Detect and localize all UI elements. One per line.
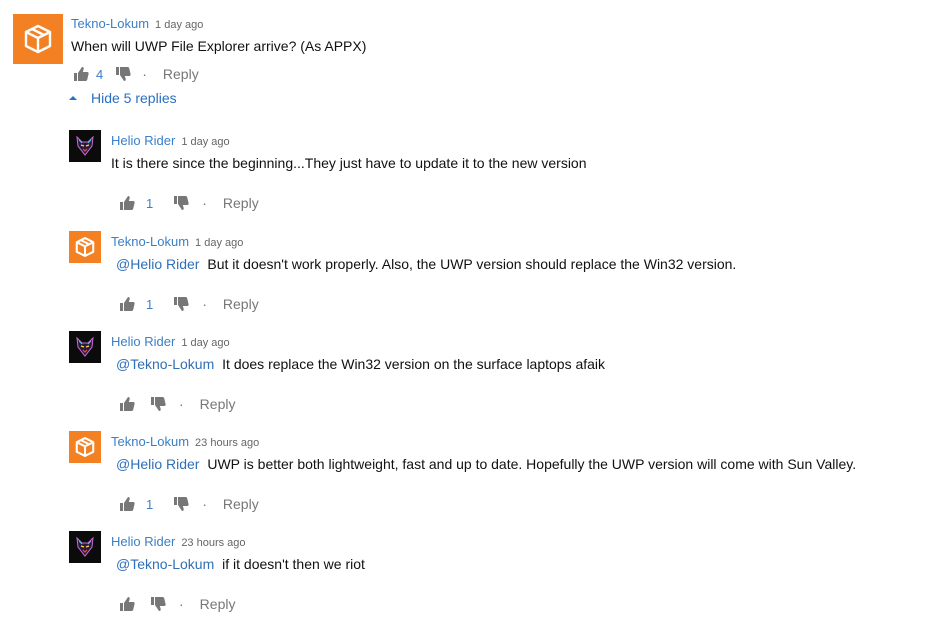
reply-button[interactable]: Reply — [223, 195, 259, 211]
reply-time[interactable]: 1 day ago — [181, 136, 229, 148]
like-count: 1 — [146, 195, 154, 211]
thumbs-up-icon[interactable] — [73, 66, 90, 82]
reply-header: Tekno-Lokum 1 day ago — [111, 233, 243, 251]
wolf-icon — [76, 336, 94, 357]
like-count: 1 — [146, 296, 154, 312]
wolf-icon — [76, 135, 94, 156]
mention-link[interactable]: @Helio Rider — [116, 456, 199, 472]
reply-author[interactable]: Helio Rider — [111, 534, 175, 549]
thumbs-up-icon[interactable] — [119, 596, 136, 612]
reply-time[interactable]: 23 hours ago — [195, 437, 259, 449]
reply-actions: · Reply — [119, 596, 235, 612]
reply-actions: 1 · Reply — [119, 496, 259, 512]
reply-text: if it doesn't then we riot — [222, 556, 365, 572]
comment-header: Tekno-Lokum 1 day ago — [71, 15, 203, 33]
mention-link[interactable]: @Tekno-Lokum — [116, 556, 214, 572]
wolf-icon — [76, 536, 94, 557]
reply-actions: · Reply — [119, 396, 235, 412]
reply-author[interactable]: Helio Rider — [111, 133, 175, 148]
thumbs-up-icon[interactable] — [119, 195, 136, 211]
reply-author[interactable]: Tekno-Lokum — [111, 434, 189, 449]
thumbs-down-icon[interactable] — [150, 596, 167, 612]
reply-actions: 1 · Reply — [119, 296, 259, 312]
avatar[interactable] — [69, 231, 101, 263]
reply-author[interactable]: Helio Rider — [111, 334, 175, 349]
reply-text-row: @Tekno-Lokum It does replace the Win32 v… — [112, 356, 605, 372]
reply-time[interactable]: 1 day ago — [181, 337, 229, 349]
reply-button[interactable]: Reply — [223, 496, 259, 512]
reply-text-row: @Helio Rider UWP is better both lightwei… — [112, 456, 856, 472]
mention-link[interactable]: @Helio Rider — [116, 256, 199, 272]
hide-replies-label: Hide 5 replies — [91, 90, 177, 106]
reply-text: It does replace the Win32 version on the… — [222, 356, 606, 372]
thumbs-up-icon[interactable] — [119, 396, 136, 412]
caret-up-icon — [69, 96, 77, 100]
separator-dot: · — [179, 596, 184, 612]
comment-author[interactable]: Tekno-Lokum — [71, 16, 149, 31]
thumbs-down-icon[interactable] — [173, 195, 190, 211]
reply-time[interactable]: 23 hours ago — [181, 537, 245, 549]
reply-button[interactable]: Reply — [200, 596, 236, 612]
reply-author[interactable]: Tekno-Lokum — [111, 234, 189, 249]
reply-button[interactable]: Reply — [200, 396, 236, 412]
like-count: 1 — [146, 496, 154, 512]
separator-dot: · — [202, 296, 207, 312]
reply-header: Tekno-Lokum 23 hours ago — [111, 433, 259, 451]
reply-header: Helio Rider 1 day ago — [111, 333, 230, 351]
reply-button[interactable]: Reply — [163, 66, 199, 82]
reply-text: It is there since the beginning...They j… — [111, 155, 587, 171]
separator-dot: · — [142, 66, 147, 82]
reply-header: Helio Rider 23 hours ago — [111, 533, 246, 551]
avatar[interactable] — [69, 531, 101, 563]
reply-header: Helio Rider 1 day ago — [111, 132, 230, 150]
comment-text: When will UWP File Explorer arrive? (As … — [71, 38, 367, 54]
hide-replies-button[interactable]: Hide 5 replies — [68, 90, 177, 106]
comment-time[interactable]: 1 day ago — [155, 19, 203, 31]
separator-dot: · — [202, 496, 207, 512]
reply-text: UWP is better both lightweight, fast and… — [207, 456, 857, 472]
reply-actions: 1 · Reply — [119, 195, 259, 211]
reply-text-row: @Helio Rider But it doesn't work properl… — [112, 256, 736, 272]
thumbs-up-icon[interactable] — [119, 496, 136, 512]
thumbs-down-icon[interactable] — [115, 66, 132, 82]
avatar[interactable] — [69, 431, 101, 463]
avatar[interactable] — [69, 130, 101, 162]
thumbs-down-icon[interactable] — [173, 496, 190, 512]
like-count: 4 — [96, 66, 104, 82]
comment-actions: 4 · Reply — [73, 66, 199, 82]
reply-time[interactable]: 1 day ago — [195, 237, 243, 249]
reply-text-row: @Tekno-Lokum if it doesn't then we riot — [112, 556, 365, 572]
thumbs-down-icon[interactable] — [173, 296, 190, 312]
thumbs-down-icon[interactable] — [150, 396, 167, 412]
box-icon — [75, 237, 95, 257]
avatar[interactable] — [13, 14, 63, 64]
separator-dot: · — [179, 396, 184, 412]
box-icon — [24, 24, 52, 54]
reply-text-row: It is there since the beginning...They j… — [111, 155, 587, 171]
mention-link[interactable]: @Tekno-Lokum — [116, 356, 214, 372]
thumbs-up-icon[interactable] — [119, 296, 136, 312]
box-icon — [75, 437, 95, 457]
reply-text: But it doesn't work properly. Also, the … — [207, 256, 737, 272]
reply-button[interactable]: Reply — [223, 296, 259, 312]
avatar[interactable] — [69, 331, 101, 363]
separator-dot: · — [202, 195, 207, 211]
